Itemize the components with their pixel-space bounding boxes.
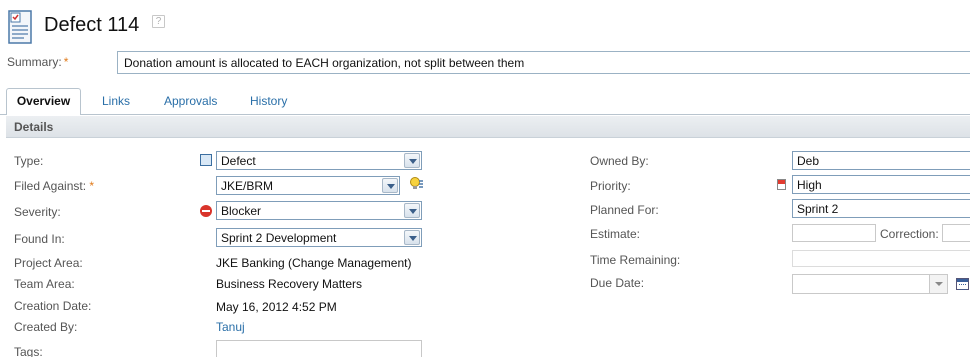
created-by-link[interactable]: Tanuj [216, 320, 245, 334]
estimate-label: Estimate: [590, 227, 641, 241]
tab-divider [0, 114, 970, 115]
lightbulb-icon[interactable] [408, 176, 424, 192]
due-date-input[interactable] [792, 274, 948, 294]
priority-high-icon [777, 179, 786, 190]
correction-input[interactable] [942, 224, 970, 242]
page-title: Defect 114 [44, 14, 140, 36]
chevron-down-icon[interactable] [382, 178, 398, 193]
tab-approvals[interactable]: Approvals [164, 94, 217, 108]
chevron-down-icon[interactable] [929, 275, 947, 293]
creation-date-label: Creation Date: [14, 299, 92, 313]
blocker-icon [200, 205, 212, 217]
creation-date-value: May 16, 2012 4:52 PM [216, 300, 337, 314]
team-area-label: Team Area: [14, 277, 75, 291]
summary-input[interactable]: Donation amount is allocated to EACH org… [117, 51, 970, 74]
tab-links[interactable]: Links [102, 94, 130, 108]
owned-by-input[interactable]: Deb [792, 151, 970, 170]
time-remaining-label: Time Remaining: [590, 253, 681, 267]
priority-label: Priority: [590, 179, 631, 193]
planned-for-select[interactable]: Sprint 2 [792, 199, 970, 218]
type-label: Type: [14, 154, 44, 168]
tab-history[interactable]: History [250, 94, 287, 108]
project-area-label: Project Area: [14, 256, 83, 270]
required-marker: * [89, 179, 95, 193]
owned-by-label: Owned By: [590, 154, 649, 168]
severity-label: Severity: [14, 205, 61, 219]
filed-against-select[interactable]: JKE/BRM [216, 176, 400, 195]
tags-label: Tags: [14, 345, 43, 357]
created-by-label: Created By: [14, 320, 78, 334]
chevron-down-icon[interactable] [404, 153, 420, 168]
estimate-input[interactable] [792, 224, 876, 242]
priority-select[interactable]: High [792, 175, 970, 194]
team-area-value: Business Recovery Matters [216, 277, 363, 291]
type-select[interactable]: Defect [216, 151, 422, 170]
time-remaining-field [792, 250, 970, 267]
severity-select[interactable]: Blocker [216, 201, 422, 220]
defect-icon [6, 10, 36, 46]
tab-overview[interactable]: Overview [6, 88, 81, 115]
help-icon[interactable]: ? [152, 15, 165, 28]
chevron-down-icon[interactable] [404, 203, 420, 218]
section-title: Details [14, 120, 54, 134]
filed-against-label: Filed Against: * [14, 179, 95, 193]
calendar-icon[interactable] [956, 278, 969, 290]
planned-for-label: Planned For: [590, 203, 659, 217]
due-date-label: Due Date: [590, 276, 645, 290]
tags-input[interactable] [216, 340, 422, 357]
correction-label: Correction: [880, 227, 939, 241]
summary-label: Summary: * [7, 55, 69, 69]
chevron-down-icon[interactable] [404, 230, 420, 245]
required-marker: * [63, 55, 69, 69]
found-in-label: Found In: [14, 232, 65, 246]
project-area-value: JKE Banking (Change Management) [216, 256, 412, 270]
defect-type-icon [200, 154, 212, 166]
details-section-header[interactable] [6, 116, 970, 138]
found-in-select[interactable]: Sprint 2 Development [216, 228, 422, 247]
